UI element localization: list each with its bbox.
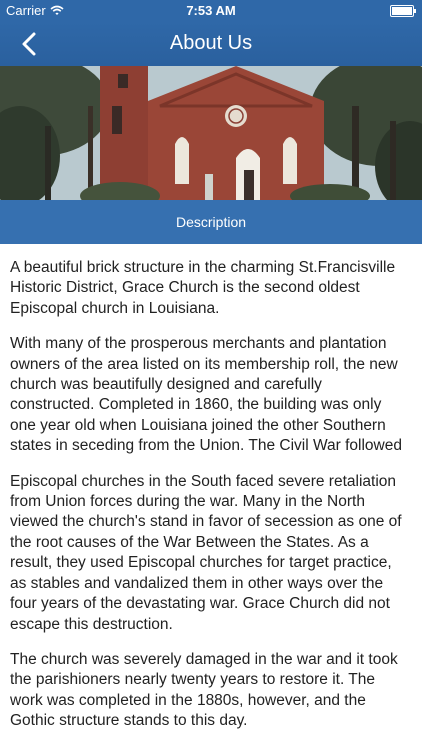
status-time: 7:53 AM: [186, 3, 236, 18]
status-bar: Carrier 7:53 AM: [0, 0, 422, 22]
battery-icon: [390, 5, 416, 17]
description-body: A beautiful brick structure in the charm…: [10, 258, 410, 747]
description-header: Description: [0, 200, 422, 244]
description-label: Description: [175, 214, 247, 230]
paragraph: The church was severely damaged in the w…: [10, 650, 398, 730]
paragraph: Episcopal churches in the South faced se…: [10, 472, 402, 633]
nav-bar: About Us: [0, 22, 422, 66]
paragraph: A beautiful brick structure in the charm…: [10, 259, 396, 317]
church-photo: [0, 66, 422, 200]
page-title: About Us: [169, 32, 253, 54]
paragraph: With many of the prosperous merchants an…: [10, 335, 402, 455]
